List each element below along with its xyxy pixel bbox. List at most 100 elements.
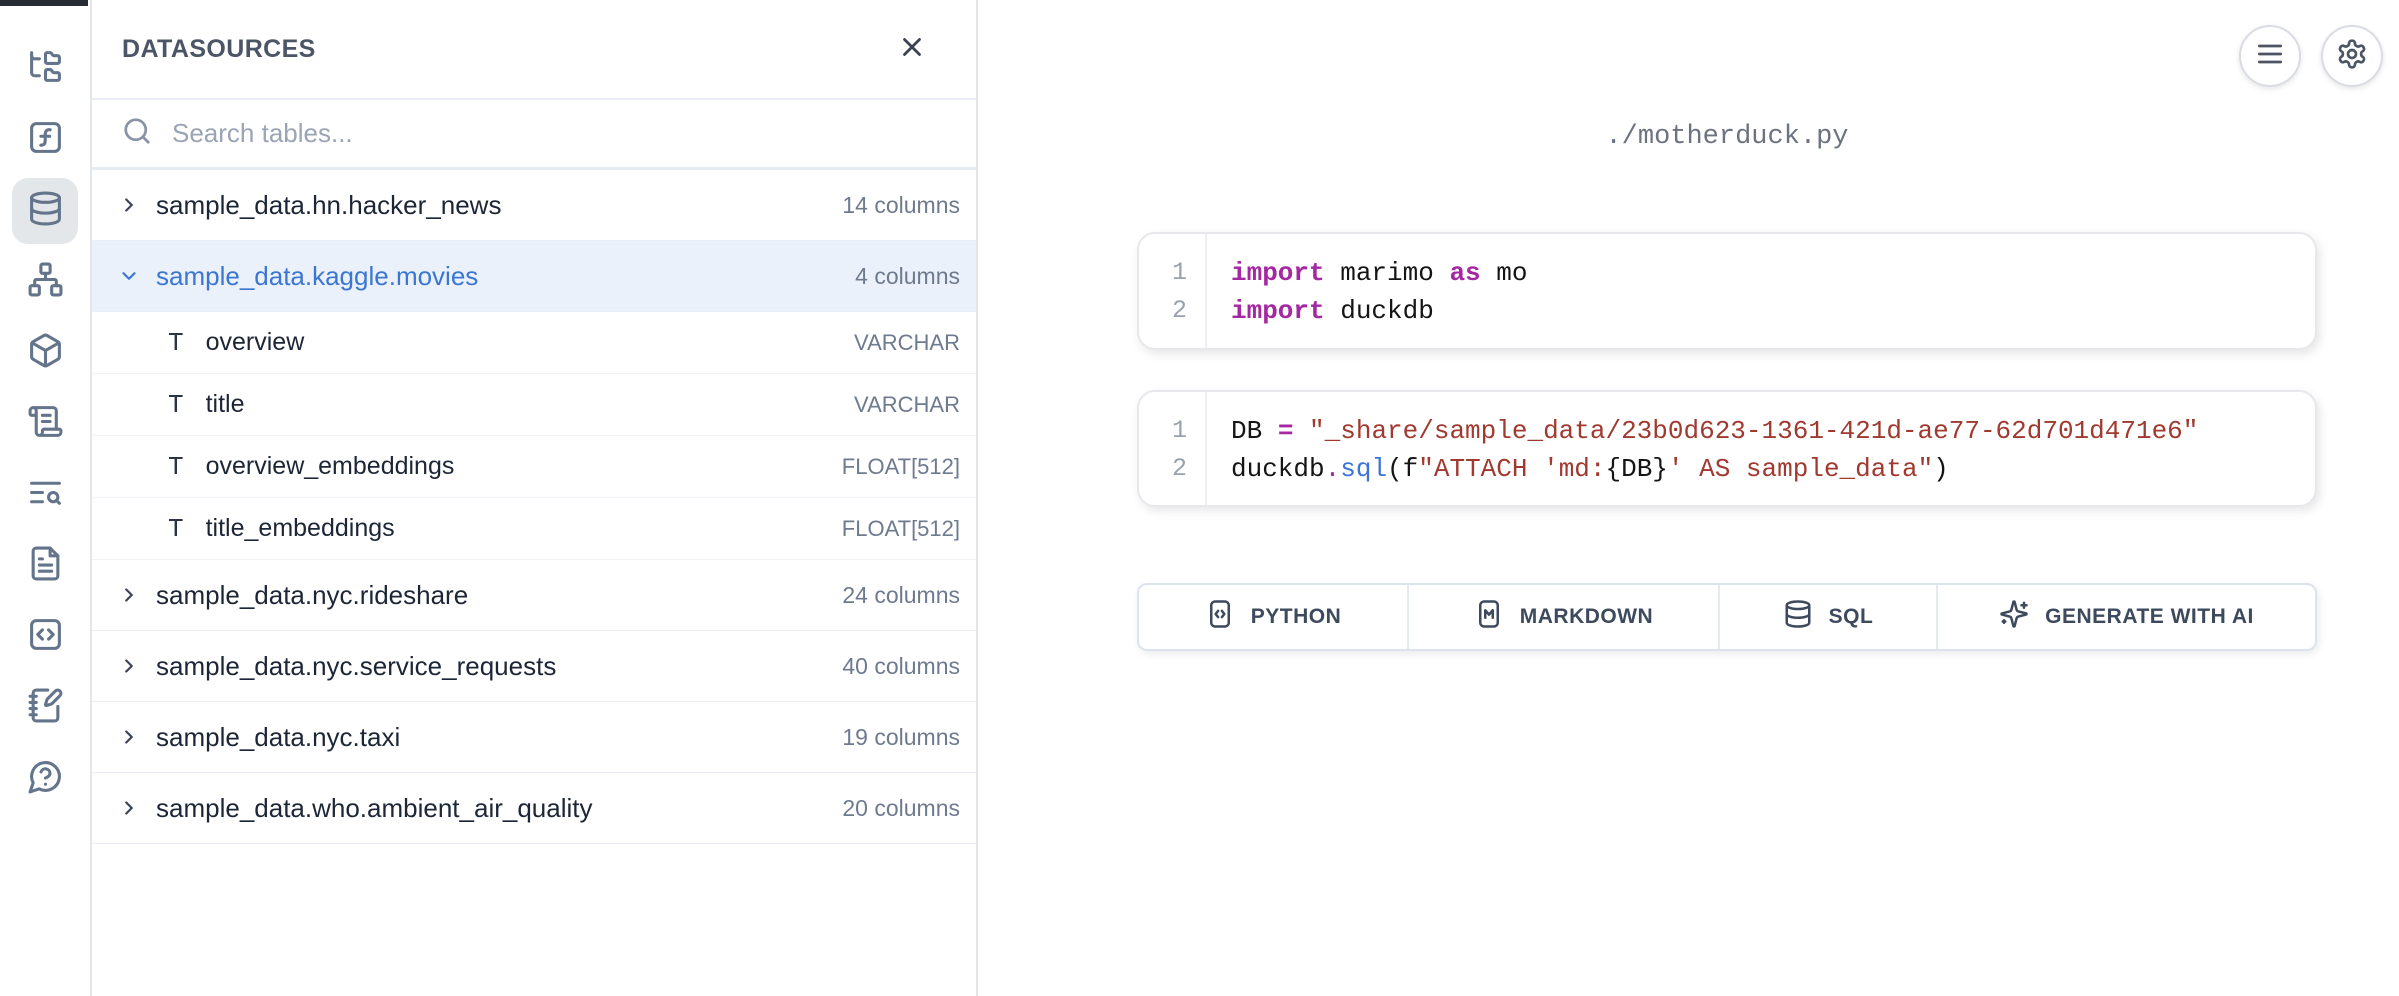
code-line: duckdb.sql(f"ATTACH 'md:{DB}' AS sample_… <box>1231 450 2198 488</box>
sparkles-icon <box>1999 599 2029 635</box>
line-number-gutter: 1 2 <box>1139 234 1207 348</box>
menu-icon <box>2254 38 2286 75</box>
search-tables-input[interactable] <box>172 118 956 149</box>
code-editor[interactable]: DB = "_share/sample_data/23b0d623-1361-4… <box>1207 392 2198 505</box>
add-button-label: PYTHON <box>1251 605 1342 629</box>
sidebar-item-variables[interactable] <box>12 107 78 173</box>
notebook-area: ./motherduck.py 1 2 import marimo as mo … <box>980 0 2399 996</box>
code-editor[interactable]: import marimo as mo import duckdb <box>1207 234 1527 348</box>
table-row-rideshare[interactable]: sample_data.nyc.rideshare 24 columns <box>92 560 976 631</box>
table-column-count: 4 columns <box>855 263 960 290</box>
table-row-service-requests[interactable]: sample_data.nyc.service_requests 40 colu… <box>92 631 976 702</box>
chevron-right-icon <box>118 194 140 216</box>
graph-icon <box>27 261 64 303</box>
add-button-label: GENERATE WITH AI <box>2045 605 2254 629</box>
code-square-icon <box>27 616 64 658</box>
sidebar-item-logs[interactable] <box>12 391 78 457</box>
activity-rail <box>0 0 92 996</box>
column-name: overview_embeddings <box>206 452 455 481</box>
markdown-icon <box>1474 599 1504 635</box>
code-cell-imports[interactable]: 1 2 import marimo as mo import duckdb <box>1137 232 2317 350</box>
settings-button[interactable] <box>2321 25 2383 87</box>
column-type: VARCHAR <box>854 330 960 356</box>
table-row-ambient-air-quality[interactable]: sample_data.who.ambient_air_quality 20 c… <box>92 773 976 844</box>
document-icon <box>27 545 64 587</box>
text-type-icon: T <box>168 328 184 358</box>
sidebar-item-packages[interactable] <box>12 320 78 386</box>
sidebar-item-dependencies[interactable] <box>12 249 78 315</box>
column-name: overview <box>206 328 305 357</box>
text-type-icon: T <box>168 514 184 544</box>
column-type: FLOAT[512] <box>842 454 960 480</box>
column-type: FLOAT[512] <box>842 516 960 542</box>
text-type-icon: T <box>168 452 184 482</box>
table-name: sample_data.kaggle.movies <box>156 261 478 292</box>
line-number: 2 <box>1172 450 1187 488</box>
database-icon <box>1783 599 1813 635</box>
add-button-label: SQL <box>1829 605 1874 629</box>
sidebar-item-documentation[interactable] <box>12 533 78 599</box>
rail-top-strip <box>0 0 88 6</box>
line-number-gutter: 1 2 <box>1139 392 1207 505</box>
table-column-count: 14 columns <box>842 192 960 219</box>
chevron-right-icon <box>118 797 140 819</box>
close-icon <box>897 32 927 67</box>
column-type: VARCHAR <box>854 392 960 418</box>
column-row-overview[interactable]: T overview VARCHAR <box>92 312 976 374</box>
table-search-row <box>92 100 976 170</box>
add-button-label: MARKDOWN <box>1520 605 1653 629</box>
add-cell-bar: PYTHON MARKDOWN SQL GENERATE WITH AI <box>1137 583 2317 651</box>
sidebar-item-help[interactable] <box>12 746 78 812</box>
chevron-right-icon <box>118 584 140 606</box>
notebook-filename: ./motherduck.py <box>1137 122 2317 152</box>
line-number: 2 <box>1172 292 1187 330</box>
close-panel-button[interactable] <box>890 27 934 71</box>
file-tree-icon <box>27 48 64 90</box>
table-name: sample_data.hn.hacker_news <box>156 190 501 221</box>
list-search-icon <box>27 474 64 516</box>
help-chat-icon <box>27 758 64 800</box>
column-row-title-embeddings[interactable]: T title_embeddings FLOAT[512] <box>92 498 976 560</box>
gear-icon <box>2336 38 2368 75</box>
tables-list: sample_data.hn.hacker_news 14 columns sa… <box>92 170 976 844</box>
notebook-topbar <box>2239 25 2383 87</box>
function-icon <box>27 119 64 161</box>
sidebar-item-outline-search[interactable] <box>12 462 78 528</box>
column-row-overview-embeddings[interactable]: T overview_embeddings FLOAT[512] <box>92 436 976 498</box>
table-row-kaggle-movies[interactable]: sample_data.kaggle.movies 4 columns <box>92 241 976 312</box>
line-number: 1 <box>1172 412 1187 450</box>
table-name: sample_data.nyc.service_requests <box>156 651 556 682</box>
table-name: sample_data.who.ambient_air_quality <box>156 793 593 824</box>
add-markdown-cell-button[interactable]: MARKDOWN <box>1409 585 1720 649</box>
table-row-hacker-news[interactable]: sample_data.hn.hacker_news 14 columns <box>92 170 976 241</box>
line-number: 1 <box>1172 254 1187 292</box>
text-type-icon: T <box>168 390 184 420</box>
table-name: sample_data.nyc.taxi <box>156 722 400 753</box>
code-line: import marimo as mo <box>1231 254 1527 292</box>
notebook-menu-button[interactable] <box>2239 25 2301 87</box>
table-column-count: 24 columns <box>842 582 960 609</box>
chevron-right-icon <box>118 726 140 748</box>
sidebar-item-datasources[interactable] <box>12 178 78 244</box>
table-row-taxi[interactable]: sample_data.nyc.taxi 19 columns <box>92 702 976 773</box>
scroll-icon <box>27 403 64 445</box>
table-name: sample_data.nyc.rideshare <box>156 580 468 611</box>
datasources-panel-header: DATASOURCES <box>92 0 976 100</box>
package-icon <box>27 332 64 374</box>
search-icon <box>122 116 152 151</box>
chevron-down-icon <box>118 265 140 287</box>
code-cell-attach-db[interactable]: 1 2 DB = "_share/sample_data/23b0d623-13… <box>1137 390 2317 507</box>
generate-with-ai-button[interactable]: GENERATE WITH AI <box>1938 585 2315 649</box>
add-python-cell-button[interactable]: PYTHON <box>1139 585 1409 649</box>
panel-title: DATASOURCES <box>122 35 316 64</box>
sidebar-item-file-explorer[interactable] <box>12 36 78 102</box>
datasources-panel: DATASOURCES sample_data.hn.hacker_news 1… <box>92 0 978 996</box>
column-row-title[interactable]: T title VARCHAR <box>92 374 976 436</box>
code-line: DB = "_share/sample_data/23b0d623-1361-4… <box>1231 412 2198 450</box>
notebook-pen-icon <box>27 687 64 729</box>
column-name: title_embeddings <box>206 514 395 543</box>
sidebar-item-snippets[interactable] <box>12 604 78 670</box>
sidebar-item-scratchpad[interactable] <box>12 675 78 741</box>
database-icon <box>27 190 64 232</box>
add-sql-cell-button[interactable]: SQL <box>1720 585 1938 649</box>
